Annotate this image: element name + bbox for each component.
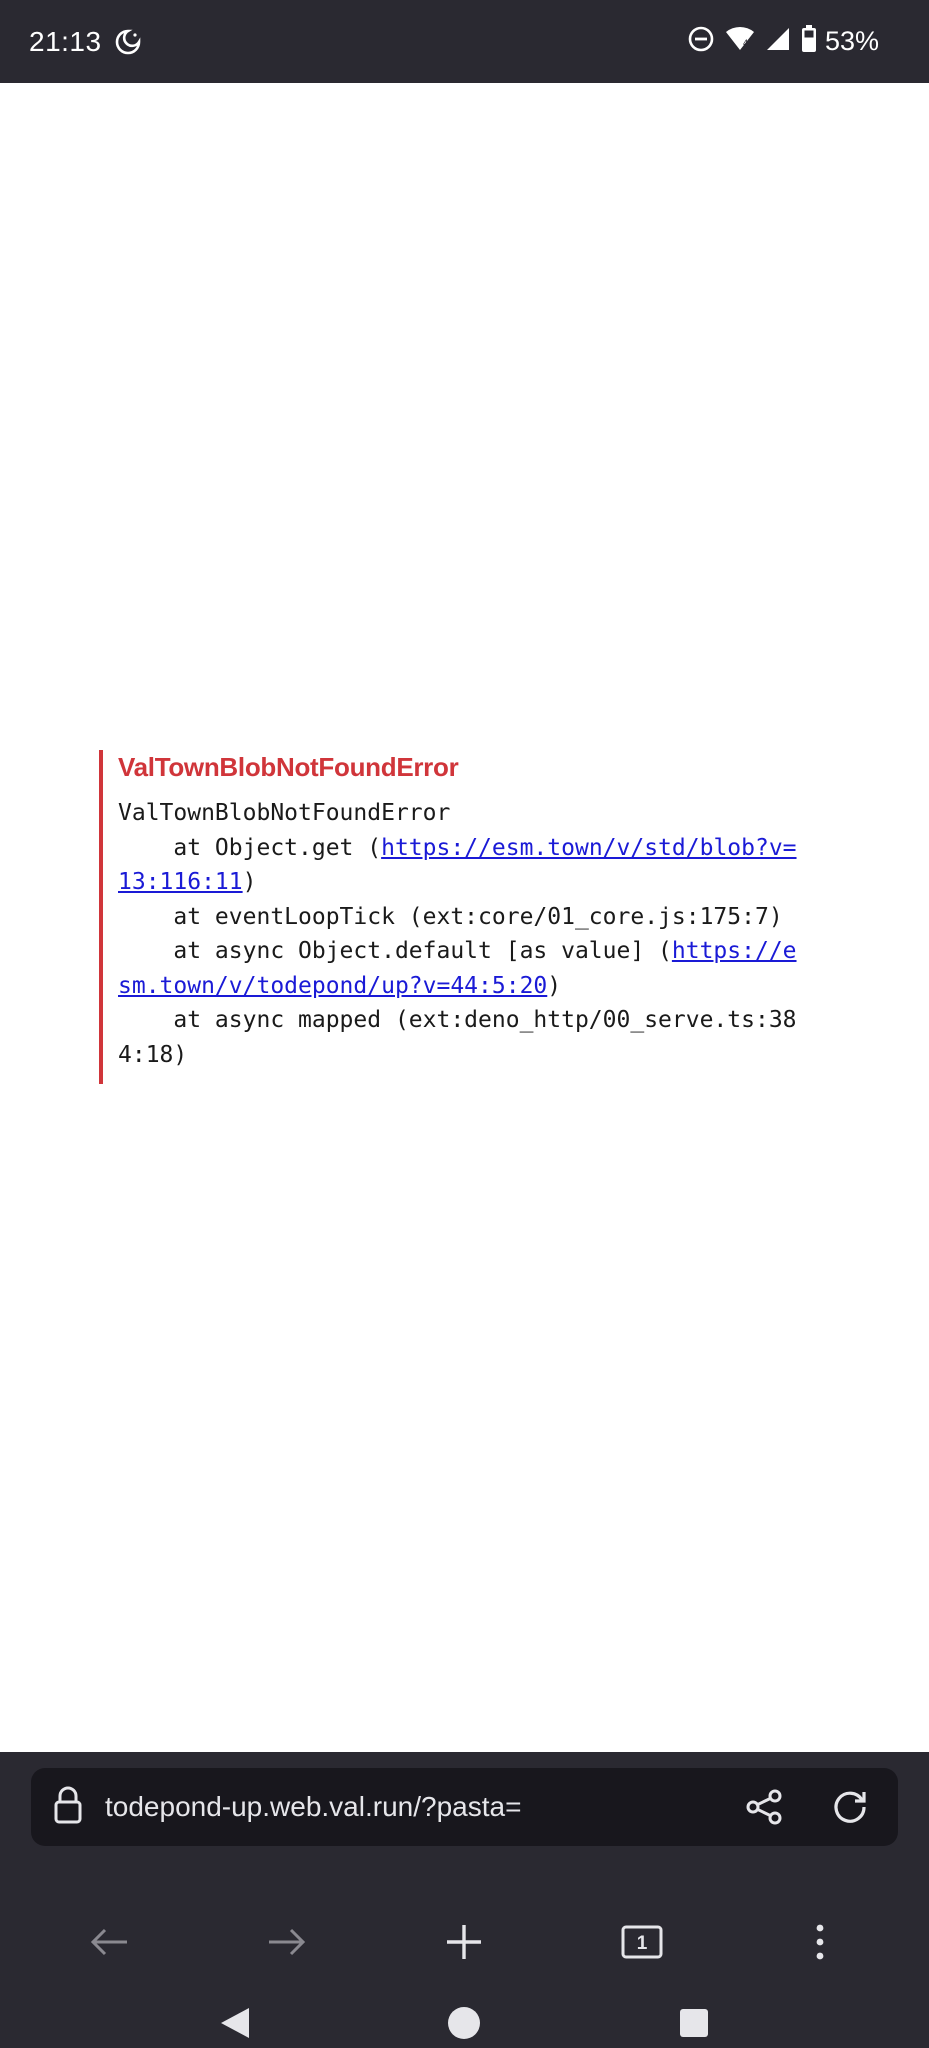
forward-arrow-icon[interactable] bbox=[247, 1902, 327, 1982]
stack-line-1: at Object.get (https://esm.town/v/std/bl… bbox=[118, 835, 797, 896]
url-actions bbox=[706, 1779, 878, 1835]
tab-count: 1 bbox=[637, 1933, 648, 1954]
url-bar[interactable]: todepond-up.web.val.run/?pasta= bbox=[31, 1768, 898, 1846]
new-tab-plus-icon[interactable] bbox=[424, 1902, 504, 1982]
error-title: ValTownBlobNotFoundError bbox=[118, 752, 459, 782]
more-menu-icon[interactable] bbox=[780, 1902, 860, 1982]
url-text[interactable]: todepond-up.web.val.run/?pasta= bbox=[105, 1791, 706, 1823]
battery-icon bbox=[801, 25, 817, 58]
nav-back-icon[interactable] bbox=[205, 1997, 265, 2048]
browser-chrome: todepond-up.web.val.run/?pasta= 1 bbox=[0, 1752, 929, 2048]
page-content: ValTownBlobNotFoundError ValTownBlobNotF… bbox=[0, 83, 929, 1752]
reload-icon[interactable] bbox=[822, 1779, 878, 1835]
share-icon[interactable] bbox=[736, 1779, 792, 1835]
error-stack: ValTownBlobNotFoundError at Object.get (… bbox=[118, 796, 799, 1072]
night-mode-icon bbox=[114, 28, 142, 56]
svg-text:4: 4 bbox=[743, 38, 748, 48]
stack-line-1-suffix: ) bbox=[242, 869, 257, 895]
system-nav-bar bbox=[0, 1997, 929, 2048]
status-right: 4 53% bbox=[677, 25, 879, 58]
battery-percentage: 53% bbox=[824, 26, 879, 56]
do-not-disturb-icon bbox=[687, 25, 715, 58]
lock-icon[interactable] bbox=[53, 1786, 83, 1829]
status-time: 21:13 bbox=[29, 25, 102, 57]
browser-toolbar: 1 bbox=[0, 1902, 929, 1982]
nav-home-icon[interactable] bbox=[434, 1997, 494, 2048]
stack-line-3-suffix: ) bbox=[547, 972, 562, 999]
status-bar: 21:13 4 53% bbox=[0, 0, 929, 83]
tab-count-button[interactable]: 1 bbox=[602, 1902, 682, 1982]
stack-header: ValTownBlobNotFoundError bbox=[118, 800, 451, 826]
stack-line-1-prefix: at Object.get ( bbox=[118, 834, 382, 861]
stack-line-3-prefix: at async Object.default [as value] ( bbox=[118, 938, 672, 964]
stack-line-4: at async mapped (ext:deno_http/00_serve.… bbox=[118, 1007, 797, 1068]
status-left: 21:13 bbox=[29, 26, 142, 58]
error-block: ValTownBlobNotFoundError ValTownBlobNotF… bbox=[99, 750, 799, 1084]
signal-icon bbox=[765, 26, 791, 57]
back-arrow-icon[interactable] bbox=[69, 1902, 149, 1982]
stack-line-3: at async Object.default [as value] (http… bbox=[118, 938, 797, 999]
stack-line-2: at eventLoopTick (ext:core/01_core.js:17… bbox=[118, 903, 783, 930]
nav-recents-icon[interactable] bbox=[664, 1997, 724, 2048]
wifi-icon: 4 bbox=[725, 26, 755, 57]
